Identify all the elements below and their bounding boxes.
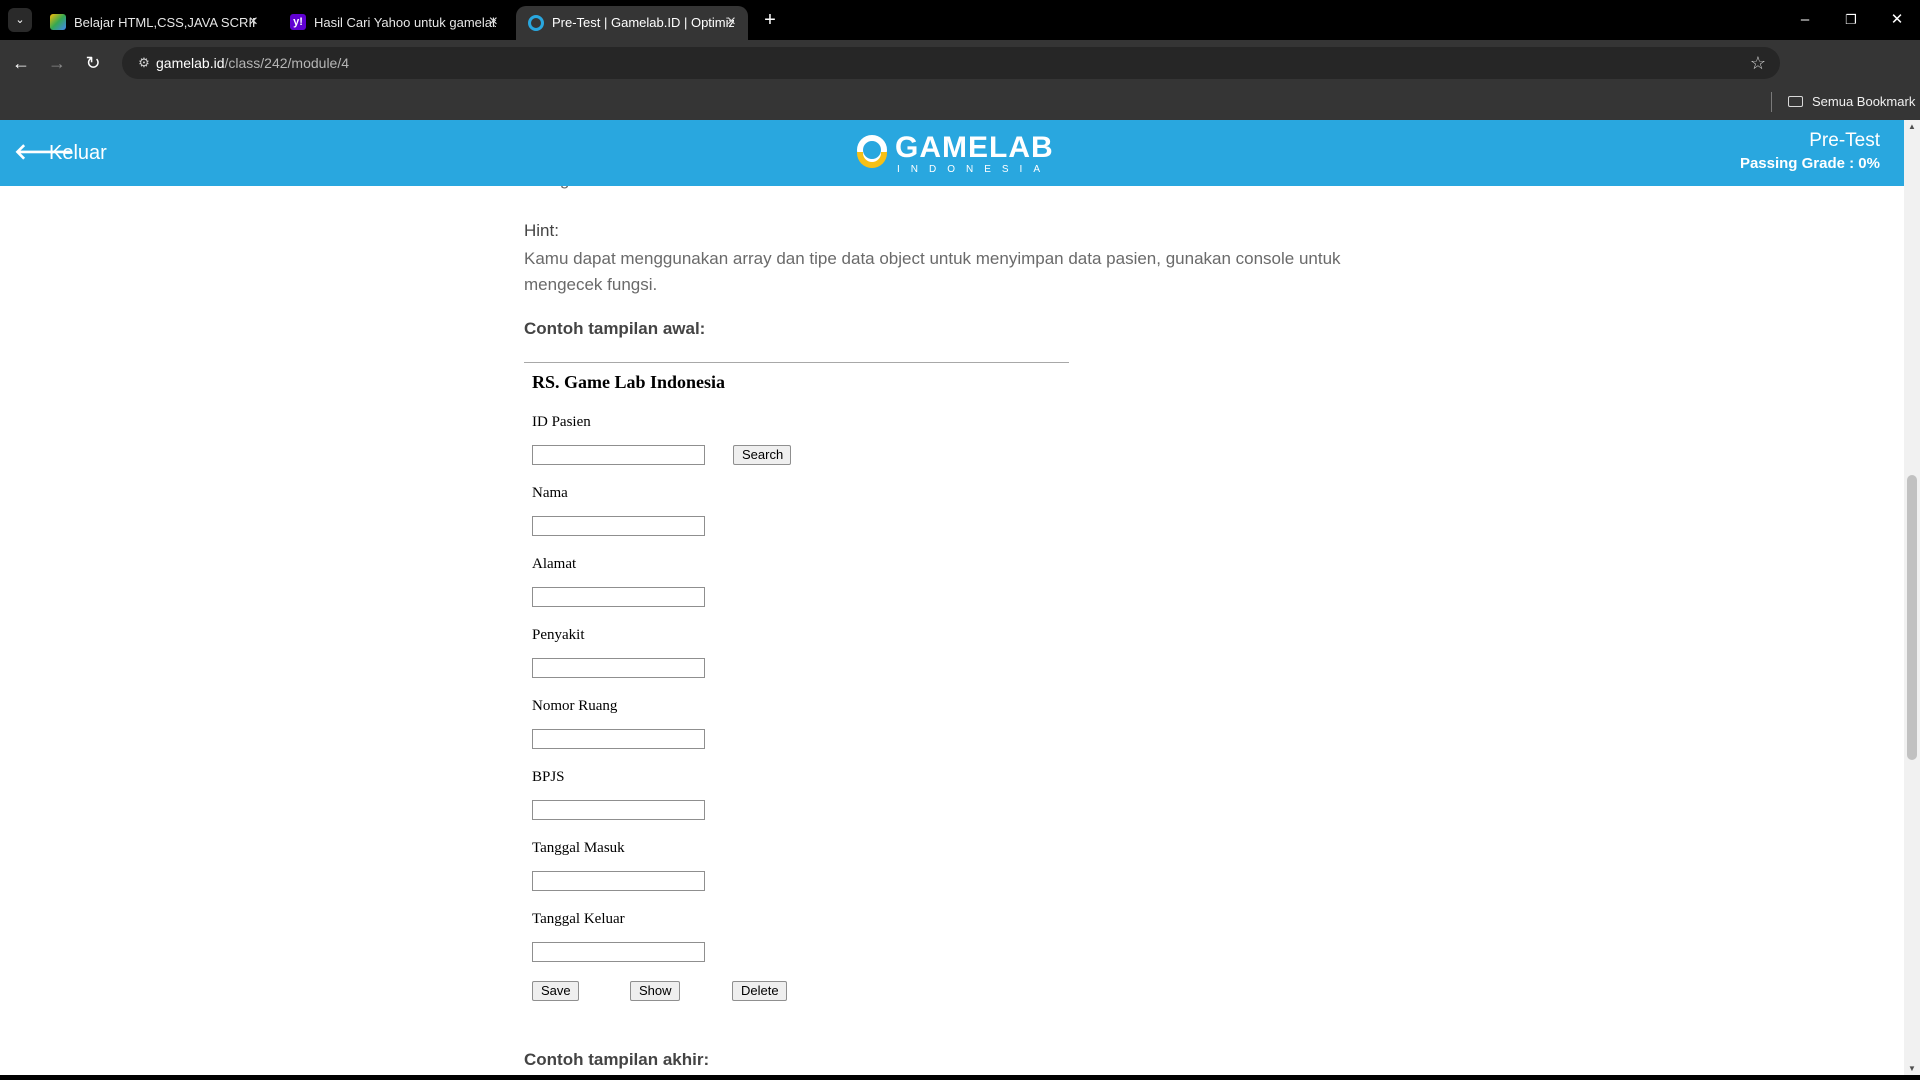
restore-icon[interactable]: ❐	[1836, 10, 1866, 30]
divider	[524, 362, 1069, 363]
page-title: Pre-Test	[1809, 130, 1880, 151]
field-label-id-pasien: ID Pasien	[532, 414, 591, 430]
new-tab-icon[interactable]: +	[758, 8, 782, 32]
logo-wordmark: GAMELAB	[895, 131, 1054, 164]
field-label-tanggal-masuk: Tanggal Masuk	[532, 840, 625, 856]
field-label-penyakit: Penyakit	[532, 627, 585, 643]
tab-title: Hasil Cari Yahoo untuk gamelab	[314, 15, 496, 30]
site-info-icon[interactable]: ⚙	[134, 53, 154, 73]
field-label-nama: Nama	[532, 485, 568, 501]
divider	[1771, 92, 1772, 112]
field-label-alamat: Alamat	[532, 556, 577, 572]
gamelab-logo: GAMELAB INDONESIA	[855, 132, 1053, 175]
tab-yahoo-search[interactable]: y! Hasil Cari Yahoo untuk gamelab ×	[278, 6, 510, 40]
nama-input[interactable]	[532, 516, 705, 536]
field-label-nomor-ruang: Nomor Ruang	[532, 698, 618, 714]
address-bar[interactable]: ⚙ gamelab.id/class/242/module/4 ☆	[122, 47, 1780, 79]
gamelab-logo-icon-accent	[857, 152, 887, 168]
id-pasien-input[interactable]	[532, 445, 705, 465]
tab-belajar-html[interactable]: Belajar HTML,CSS,JAVA SCRIPT ×	[38, 6, 270, 40]
folder-icon	[1788, 96, 1803, 107]
back-icon[interactable]: ←	[8, 50, 34, 76]
bookmarks-bar: Semua Bookmark	[0, 85, 1920, 120]
tab-search-dropdown-icon[interactable]: ⌄	[8, 8, 32, 32]
alamat-input[interactable]	[532, 587, 705, 607]
yahoo-icon: y!	[290, 14, 306, 30]
nomor-ruang-input[interactable]	[532, 729, 705, 749]
bpjs-input[interactable]	[532, 800, 705, 820]
tanggal-keluar-input[interactable]	[532, 942, 705, 962]
bookmark-star-icon[interactable]: ☆	[1750, 51, 1766, 75]
scroll-down-icon[interactable]: ▼	[1908, 1064, 1916, 1073]
page-viewport: hilang. Hint: Kamu dapat menggunakan arr…	[0, 120, 1920, 1080]
search-button[interactable]: Search	[733, 445, 791, 465]
scrollbar-thumb[interactable]	[1907, 475, 1917, 760]
tab-title: Pre-Test | Gamelab.ID | Optimize	[552, 15, 734, 30]
reload-icon[interactable]: ↻	[80, 50, 106, 76]
url-text[interactable]: gamelab.id/class/242/module/4	[156, 54, 349, 72]
field-label-bpjs: BPJS	[532, 769, 565, 785]
final-example-heading: Contoh tampilan akhir:	[524, 1050, 710, 1069]
show-button[interactable]: Show	[630, 981, 680, 1001]
save-button[interactable]: Save	[532, 981, 579, 1001]
close-window-icon[interactable]: ✕	[1882, 10, 1912, 30]
window-border	[0, 1075, 1920, 1080]
close-tab-icon[interactable]: ×	[249, 13, 258, 31]
delete-button[interactable]: Delete	[732, 981, 787, 1001]
hint-text: Kamu dapat menggunakan array dan tipe da…	[524, 249, 1341, 294]
field-label-tanggal-keluar: Tanggal Keluar	[532, 911, 625, 927]
tab-title: Belajar HTML,CSS,JAVA SCRIPT	[74, 15, 256, 30]
logo-subtitle: INDONESIA	[897, 164, 1052, 175]
scroll-up-icon[interactable]: ▲	[1908, 122, 1916, 131]
close-tab-icon[interactable]: ×	[727, 13, 736, 31]
initial-example-heading: Contoh tampilan awal:	[524, 319, 706, 338]
penyakit-input[interactable]	[532, 658, 705, 678]
forward-icon[interactable]: →	[44, 50, 70, 76]
hint-heading: Hint:	[524, 221, 559, 240]
passing-grade: Passing Grade : 0%	[1739, 155, 1880, 172]
gamelab-header: 🡐 Keluar GAMELAB INDONESIA Pre-Test Pass…	[0, 120, 1904, 186]
minimize-icon[interactable]: –	[1790, 10, 1820, 30]
tanggal-masuk-input[interactable]	[532, 871, 705, 891]
page-scrollbar[interactable]: ▲ ▼	[1904, 120, 1920, 1075]
tab-pre-test[interactable]: Pre-Test | Gamelab.ID | Optimize ×	[516, 6, 748, 40]
tab-strip: ⌄ Belajar HTML,CSS,JAVA SCRIPT × y! Hasi…	[0, 0, 1920, 40]
gamelab-icon	[528, 15, 544, 31]
keluar-button[interactable]: Keluar	[49, 142, 107, 164]
all-bookmarks-button[interactable]: Semua Bookmark	[1812, 93, 1915, 111]
close-tab-icon[interactable]: ×	[489, 13, 498, 31]
demo-form-title: RS. Game Lab Indonesia	[532, 372, 726, 392]
google-drive-icon	[50, 14, 66, 30]
